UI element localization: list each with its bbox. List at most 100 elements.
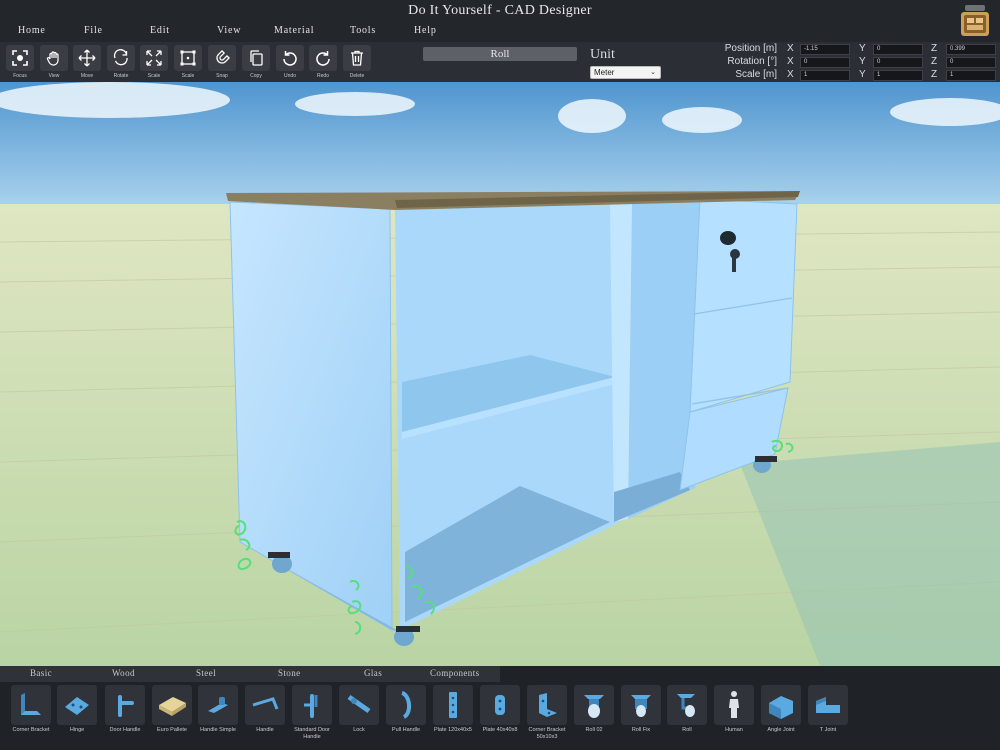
- axis-y-label: Y: [859, 56, 866, 67]
- rotation-y-input[interactable]: 0: [873, 57, 923, 68]
- rotation-z-input[interactable]: 0: [946, 57, 996, 68]
- part-label: Plate 120x40x5: [434, 727, 472, 733]
- menu-file[interactable]: File: [84, 25, 103, 36]
- copy-icon: [250, 50, 263, 66]
- tab-steel[interactable]: Steel: [196, 668, 216, 678]
- part-euro-pallete[interactable]: Euro Pallete: [151, 685, 193, 734]
- part-plate-40[interactable]: Plate 40x40x8: [479, 685, 521, 734]
- part-corner-bracket[interactable]: Corner Bracket: [10, 685, 52, 734]
- tab-glas[interactable]: Glas: [364, 668, 382, 678]
- corner-bracket-button[interactable]: [11, 685, 51, 725]
- position-y-input[interactable]: 0: [873, 44, 923, 55]
- undo-button[interactable]: [276, 45, 304, 71]
- rotation-x-input[interactable]: 0: [800, 57, 850, 68]
- magnet-icon: [216, 50, 230, 64]
- tool-focus[interactable]: Focus: [6, 45, 34, 79]
- scale-x-input[interactable]: 1: [800, 70, 850, 81]
- tool-view[interactable]: View: [40, 45, 68, 79]
- hinge-button[interactable]: [57, 685, 97, 725]
- tool-redo[interactable]: Redo: [309, 45, 337, 79]
- standard-door-handle-button[interactable]: [292, 685, 332, 725]
- scale-z-input[interactable]: 1: [946, 70, 996, 81]
- tool-undo[interactable]: Undo: [276, 45, 304, 79]
- pull-handle-button[interactable]: [386, 685, 426, 725]
- handle-button[interactable]: [245, 685, 285, 725]
- menu-view[interactable]: View: [217, 25, 241, 36]
- euro-pallete-button[interactable]: [152, 685, 192, 725]
- plate-40-button[interactable]: [480, 685, 520, 725]
- rotate-button[interactable]: [107, 45, 135, 71]
- door-handle-icon: [118, 695, 134, 717]
- roll-button[interactable]: [667, 685, 707, 725]
- part-t-joint[interactable]: T Joint: [807, 685, 849, 734]
- focus-button[interactable]: [6, 45, 34, 71]
- caster-icon: [584, 695, 604, 718]
- part-lock[interactable]: Lock: [338, 685, 380, 734]
- part-pull-handle[interactable]: Pull Handle: [385, 685, 427, 734]
- corner-bracket-50-button[interactable]: [527, 685, 567, 725]
- part-handle-simple[interactable]: Handle Simple: [197, 685, 239, 734]
- part-handle[interactable]: Handle: [244, 685, 286, 734]
- handle-simple-button[interactable]: [198, 685, 238, 725]
- title-bar: Do It Yourself - CAD Designer Home File …: [0, 0, 1000, 42]
- menu-tools[interactable]: Tools: [350, 25, 376, 36]
- angle-joint-button[interactable]: [761, 685, 801, 725]
- snap-button[interactable]: [208, 45, 236, 71]
- human-button[interactable]: [714, 685, 754, 725]
- hand-icon: [46, 51, 59, 66]
- t-joint-icon: [816, 697, 840, 713]
- move-button[interactable]: [73, 45, 101, 71]
- scale-box-button[interactable]: [174, 45, 202, 71]
- hinge-icon: [65, 697, 89, 715]
- part-standard-door-handle[interactable]: Standard Door Handle: [291, 685, 333, 740]
- plate-120-button[interactable]: [433, 685, 473, 725]
- tab-stone[interactable]: Stone: [278, 668, 301, 678]
- tool-copy[interactable]: Copy: [242, 45, 270, 79]
- t-joint-button[interactable]: [808, 685, 848, 725]
- part-door-handle[interactable]: Door Handle: [104, 685, 146, 734]
- menu-help[interactable]: Help: [414, 25, 437, 36]
- tab-components[interactable]: Components: [430, 668, 480, 678]
- part-hinge[interactable]: Hinge: [56, 685, 98, 734]
- tool-move[interactable]: Move: [73, 45, 101, 79]
- part-human[interactable]: Human: [713, 685, 755, 734]
- scale-y-input[interactable]: 1: [873, 70, 923, 81]
- euro-pallet-icon: [159, 697, 186, 716]
- axis-y-label: Y: [859, 43, 866, 54]
- selected-object-field: Roll: [423, 47, 577, 61]
- roll-fix-button[interactable]: [621, 685, 661, 725]
- part-angle-joint[interactable]: Angle Joint: [760, 685, 802, 734]
- tool-scale[interactable]: Scale: [140, 45, 168, 79]
- tool-snap[interactable]: Snap: [208, 45, 236, 79]
- part-roll-02[interactable]: Roll 02: [573, 685, 615, 734]
- view-button[interactable]: [40, 45, 68, 71]
- menu-material[interactable]: Material: [274, 25, 314, 36]
- part-label: Roll Fix: [631, 727, 651, 733]
- redo-button[interactable]: [309, 45, 337, 71]
- tool-delete[interactable]: Delete: [343, 45, 371, 79]
- part-plate-120[interactable]: Plate 120x40x5: [432, 685, 474, 734]
- tab-wood[interactable]: Wood: [112, 668, 135, 678]
- tool-rotate[interactable]: Rotate: [107, 45, 135, 79]
- menu-edit[interactable]: Edit: [150, 25, 170, 36]
- part-roll-fix[interactable]: Roll Fix: [620, 685, 662, 734]
- copy-button[interactable]: [242, 45, 270, 71]
- door-handle-button[interactable]: [105, 685, 145, 725]
- plate-short-icon: [495, 695, 505, 715]
- menu-home[interactable]: Home: [18, 25, 46, 36]
- roll-02-button[interactable]: [574, 685, 614, 725]
- axis-y-label: Y: [859, 69, 866, 80]
- unit-dropdown[interactable]: Meter ⌄: [590, 66, 661, 79]
- scale-box-label: Scale: [181, 73, 195, 79]
- tool-scale-box[interactable]: Scale: [174, 45, 202, 79]
- delete-button[interactable]: [343, 45, 371, 71]
- lock-button[interactable]: [339, 685, 379, 725]
- position-z-input[interactable]: 0.399: [946, 44, 996, 55]
- scale-button[interactable]: [140, 45, 168, 71]
- part-corner-bracket-50[interactable]: Corner Bracket 50x10x3: [526, 685, 568, 740]
- undo-label: Undo: [284, 73, 296, 79]
- part-roll[interactable]: Roll: [666, 685, 708, 734]
- tab-basic[interactable]: Basic: [30, 668, 52, 678]
- position-x-input[interactable]: -1.15: [800, 44, 850, 55]
- 3d-viewport[interactable]: [0, 82, 1000, 666]
